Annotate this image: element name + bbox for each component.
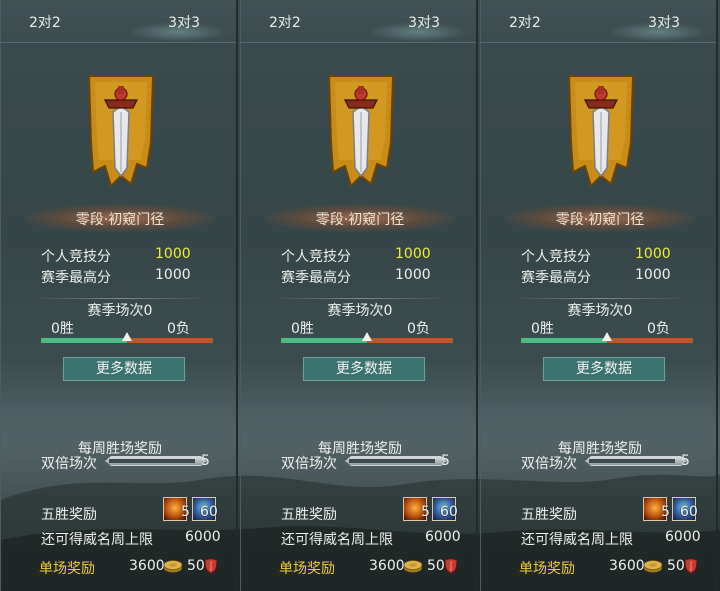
arena-panel-3: 2对2 3对3 零段·初窥门径 个人竞技分 1000 赛季最高分 1000 赛季… (480, 0, 718, 591)
rank-title: 零段·初窥门径 (555, 212, 645, 228)
ratio-marker-icon (602, 332, 612, 341)
more-data-button[interactable]: 更多数据 (63, 357, 185, 381)
single-reward-label: 单场奖励 (279, 561, 335, 577)
shield-reward-value: 50 (667, 558, 685, 574)
win-bar (521, 338, 607, 343)
loss-bar (127, 338, 213, 343)
divider (511, 298, 689, 299)
shield-icon (444, 558, 458, 574)
more-data-button[interactable]: 更多数据 (303, 357, 425, 381)
season-best-value: 1000 (155, 267, 191, 283)
single-reward-label: 单场奖励 (39, 561, 95, 577)
item1-count: 5 (661, 504, 670, 520)
losses-count: 0负 (167, 321, 190, 337)
win-bar (281, 338, 367, 343)
tab-2v2[interactable]: 2对2 (269, 12, 301, 32)
win-loss-bar (281, 332, 453, 343)
double-bar-fill (349, 459, 435, 463)
wins-count: 0胜 (291, 321, 314, 337)
weekly-cap-label: 还可得威名周上限 (41, 532, 153, 548)
coin-icon (163, 560, 183, 573)
shield-icon (684, 558, 698, 574)
shield-reward-value: 50 (187, 558, 205, 574)
rank-title: 零段·初窥门径 (315, 212, 405, 228)
season-matches-title: 赛季场次0 (567, 303, 633, 319)
personal-score-label: 个人竞技分 (41, 249, 111, 265)
wins-count: 0胜 (51, 321, 74, 337)
divider (31, 298, 209, 299)
coin-reward-value: 3600 (609, 558, 645, 574)
five-win-reward-label: 五胜奖励 (521, 507, 577, 523)
double-matches-count: 5 (681, 453, 690, 469)
divider (271, 298, 449, 299)
personal-score-value: 1000 (395, 246, 431, 262)
shield-reward-value: 50 (427, 558, 445, 574)
losses-count: 0负 (647, 321, 670, 337)
win-bar (41, 338, 127, 343)
season-best-value: 1000 (395, 267, 431, 283)
double-matches-label: 双倍场次 (521, 456, 577, 472)
item2-count: 60 (440, 504, 458, 520)
coin-reward-value: 3600 (129, 558, 165, 574)
double-matches-bar (585, 456, 687, 466)
sword-banner-emblem-icon (87, 75, 155, 188)
ratio-marker-icon (122, 332, 132, 341)
weekly-cap-label: 还可得威名周上限 (521, 532, 633, 548)
double-matches-count: 5 (441, 453, 450, 469)
item1-count: 5 (421, 504, 430, 520)
double-matches-label: 双倍场次 (281, 456, 337, 472)
weekly-cap-value: 6000 (425, 529, 461, 545)
arena-panel-1: 2对2 3对3 零段·初窥门径 个人竞技分 1000 赛季最高分 1000 赛季… (0, 0, 238, 591)
win-loss-bar (41, 332, 213, 343)
tab-3v3[interactable]: 3对3 (408, 12, 440, 32)
rank-title: 零段·初窥门径 (75, 212, 165, 228)
shield-icon (204, 558, 218, 574)
personal-score-value: 1000 (155, 246, 191, 262)
weekly-cap-value: 6000 (185, 529, 221, 545)
item1-count: 5 (181, 504, 190, 520)
season-matches-title: 赛季场次0 (87, 303, 153, 319)
item2-count: 60 (200, 504, 218, 520)
double-bar-fill (109, 459, 195, 463)
losses-count: 0负 (407, 321, 430, 337)
tab-3v3[interactable]: 3对3 (168, 12, 200, 32)
arena-panel-2: 2对2 3对3 零段·初窥门径 个人竞技分 1000 赛季最高分 1000 赛季… (240, 0, 478, 591)
win-loss-bar (521, 332, 693, 343)
personal-score-label: 个人竞技分 (281, 249, 351, 265)
single-reward-label: 单场奖励 (519, 561, 575, 577)
coin-icon (403, 560, 423, 573)
sword-banner-emblem-icon (327, 75, 395, 188)
five-win-reward-label: 五胜奖励 (41, 507, 97, 523)
weekly-cap-label: 还可得威名周上限 (281, 532, 393, 548)
ratio-marker-icon (362, 332, 372, 341)
season-matches-title: 赛季场次0 (327, 303, 393, 319)
season-best-value: 1000 (635, 267, 671, 283)
tab-3v3[interactable]: 3对3 (648, 12, 680, 32)
tab-2v2[interactable]: 2对2 (29, 12, 61, 32)
tab-2v2[interactable]: 2对2 (509, 12, 541, 32)
weekly-cap-value: 6000 (665, 529, 701, 545)
coin-icon (643, 560, 663, 573)
double-matches-bar (345, 456, 447, 466)
wins-count: 0胜 (531, 321, 554, 337)
more-data-button[interactable]: 更多数据 (543, 357, 665, 381)
loss-bar (607, 338, 693, 343)
coin-reward-value: 3600 (369, 558, 405, 574)
double-bar-fill (589, 459, 675, 463)
season-best-label: 赛季最高分 (41, 270, 111, 286)
double-matches-count: 5 (201, 453, 210, 469)
loss-bar (367, 338, 453, 343)
sword-banner-emblem-icon (567, 75, 635, 188)
double-matches-bar (105, 456, 207, 466)
double-matches-label: 双倍场次 (41, 456, 97, 472)
season-best-label: 赛季最高分 (521, 270, 591, 286)
item2-count: 60 (680, 504, 698, 520)
season-best-label: 赛季最高分 (281, 270, 351, 286)
personal-score-value: 1000 (635, 246, 671, 262)
five-win-reward-label: 五胜奖励 (281, 507, 337, 523)
personal-score-label: 个人竞技分 (521, 249, 591, 265)
